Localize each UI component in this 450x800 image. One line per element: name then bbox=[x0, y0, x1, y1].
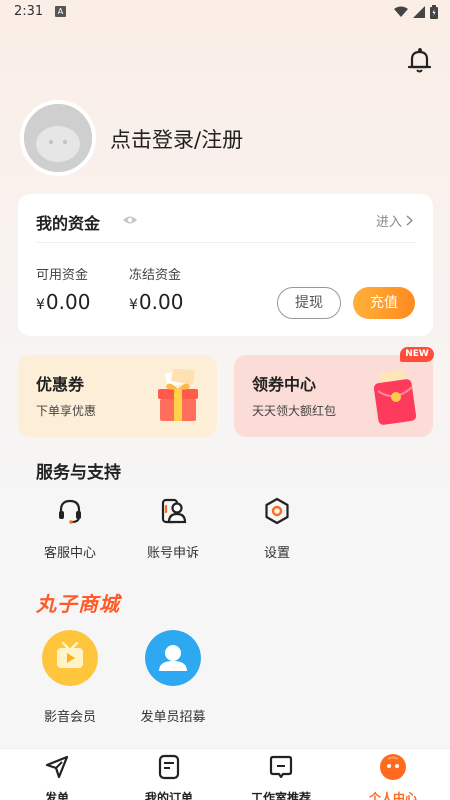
available-funds-label: 可用资金 bbox=[36, 268, 89, 283]
coupon-center-card[interactable]: 领券中心 天天领大额红包 bbox=[234, 355, 433, 437]
avatar-placeholder-icon bbox=[24, 104, 92, 172]
funds-enter-link[interactable]: 进入 bbox=[376, 211, 413, 230]
wifi-icon bbox=[394, 6, 408, 17]
service-settings[interactable]: 设置 bbox=[237, 496, 317, 561]
mall-av-membership[interactable]: 影音会员 bbox=[25, 630, 115, 725]
bottom-tab-bar: 发单 我的订单 工作室推荐 个人中心 bbox=[0, 748, 450, 800]
tab-personal-center[interactable]: 个人中心 bbox=[343, 753, 443, 800]
funds-title: 我的资金 bbox=[36, 214, 101, 233]
tab-label: 发单 bbox=[44, 791, 69, 800]
chevron-right-icon bbox=[406, 215, 413, 226]
frozen-funds-value: ¥0.00 bbox=[129, 290, 183, 314]
divider bbox=[36, 242, 415, 243]
tab-my-orders[interactable]: 我的订单 bbox=[119, 753, 219, 800]
headset-icon bbox=[59, 499, 81, 524]
send-icon bbox=[45, 755, 69, 779]
services-section-title: 服务与支持 bbox=[36, 463, 121, 483]
coupons-subtitle: 下单享优惠 bbox=[36, 404, 97, 418]
person-icon bbox=[145, 630, 201, 686]
studio-icon bbox=[269, 755, 293, 779]
red-envelope-icon bbox=[373, 369, 417, 425]
user-card-icon bbox=[161, 498, 187, 524]
tab-label: 工作室推荐 bbox=[250, 791, 311, 800]
available-amount: 0.00 bbox=[45, 290, 91, 314]
service-label: 客服中心 bbox=[43, 546, 96, 561]
mall-title: 丸子商城 bbox=[36, 592, 120, 616]
tab-studio-recommend[interactable]: 工作室推荐 bbox=[231, 753, 331, 800]
tab-label: 我的订单 bbox=[144, 791, 193, 800]
gear-icon bbox=[265, 497, 289, 525]
coupons-title: 优惠券 bbox=[36, 375, 85, 394]
mall-item-label: 影音会员 bbox=[43, 710, 96, 725]
tab-send-order[interactable]: 发单 bbox=[7, 753, 107, 800]
mall-recruit[interactable]: 发单员招募 bbox=[128, 630, 218, 725]
enter-label: 进入 bbox=[375, 215, 402, 230]
notification-icon: A bbox=[55, 6, 66, 17]
service-customer-center[interactable]: 客服中心 bbox=[30, 496, 110, 561]
service-account-appeal[interactable]: 账号申诉 bbox=[133, 496, 213, 561]
funds-card: 我的资金 进入 可用资金 ¥0.00 冻结资金 ¥0.00 提现 充值 bbox=[18, 194, 433, 336]
signal-icon bbox=[413, 6, 425, 18]
recharge-button[interactable]: 充值 bbox=[353, 287, 415, 319]
tv-icon bbox=[42, 630, 98, 686]
service-label: 账号申诉 bbox=[146, 546, 199, 561]
withdraw-button[interactable]: 提现 bbox=[277, 287, 341, 319]
status-bar: 2:31 A bbox=[0, 0, 450, 24]
available-funds-value: ¥0.00 bbox=[36, 290, 90, 314]
eye-icon[interactable] bbox=[122, 214, 138, 226]
new-badge: NEW bbox=[400, 347, 434, 362]
coupon-center-subtitle: 天天领大额红包 bbox=[252, 404, 337, 418]
status-time: 2:31 bbox=[14, 4, 44, 19]
avatar[interactable] bbox=[20, 100, 96, 176]
profile-icon bbox=[380, 754, 406, 780]
coupons-card[interactable]: 优惠券 下单享优惠 bbox=[18, 355, 217, 437]
gift-box-icon bbox=[158, 369, 198, 421]
status-icons bbox=[394, 5, 438, 19]
battery-icon bbox=[430, 5, 438, 19]
frozen-amount: 0.00 bbox=[138, 290, 184, 314]
order-icon bbox=[158, 754, 180, 780]
mall-item-label: 发单员招募 bbox=[140, 710, 206, 725]
coupon-center-title: 领券中心 bbox=[252, 375, 317, 394]
currency-symbol: ¥ bbox=[129, 297, 138, 313]
frozen-funds-label: 冻结资金 bbox=[129, 268, 182, 283]
login-register-link[interactable]: 点击登录/注册 bbox=[110, 124, 243, 154]
service-label: 设置 bbox=[263, 546, 290, 561]
currency-symbol: ¥ bbox=[36, 297, 45, 313]
tab-label: 个人中心 bbox=[368, 791, 417, 800]
bell-icon[interactable] bbox=[404, 46, 434, 76]
